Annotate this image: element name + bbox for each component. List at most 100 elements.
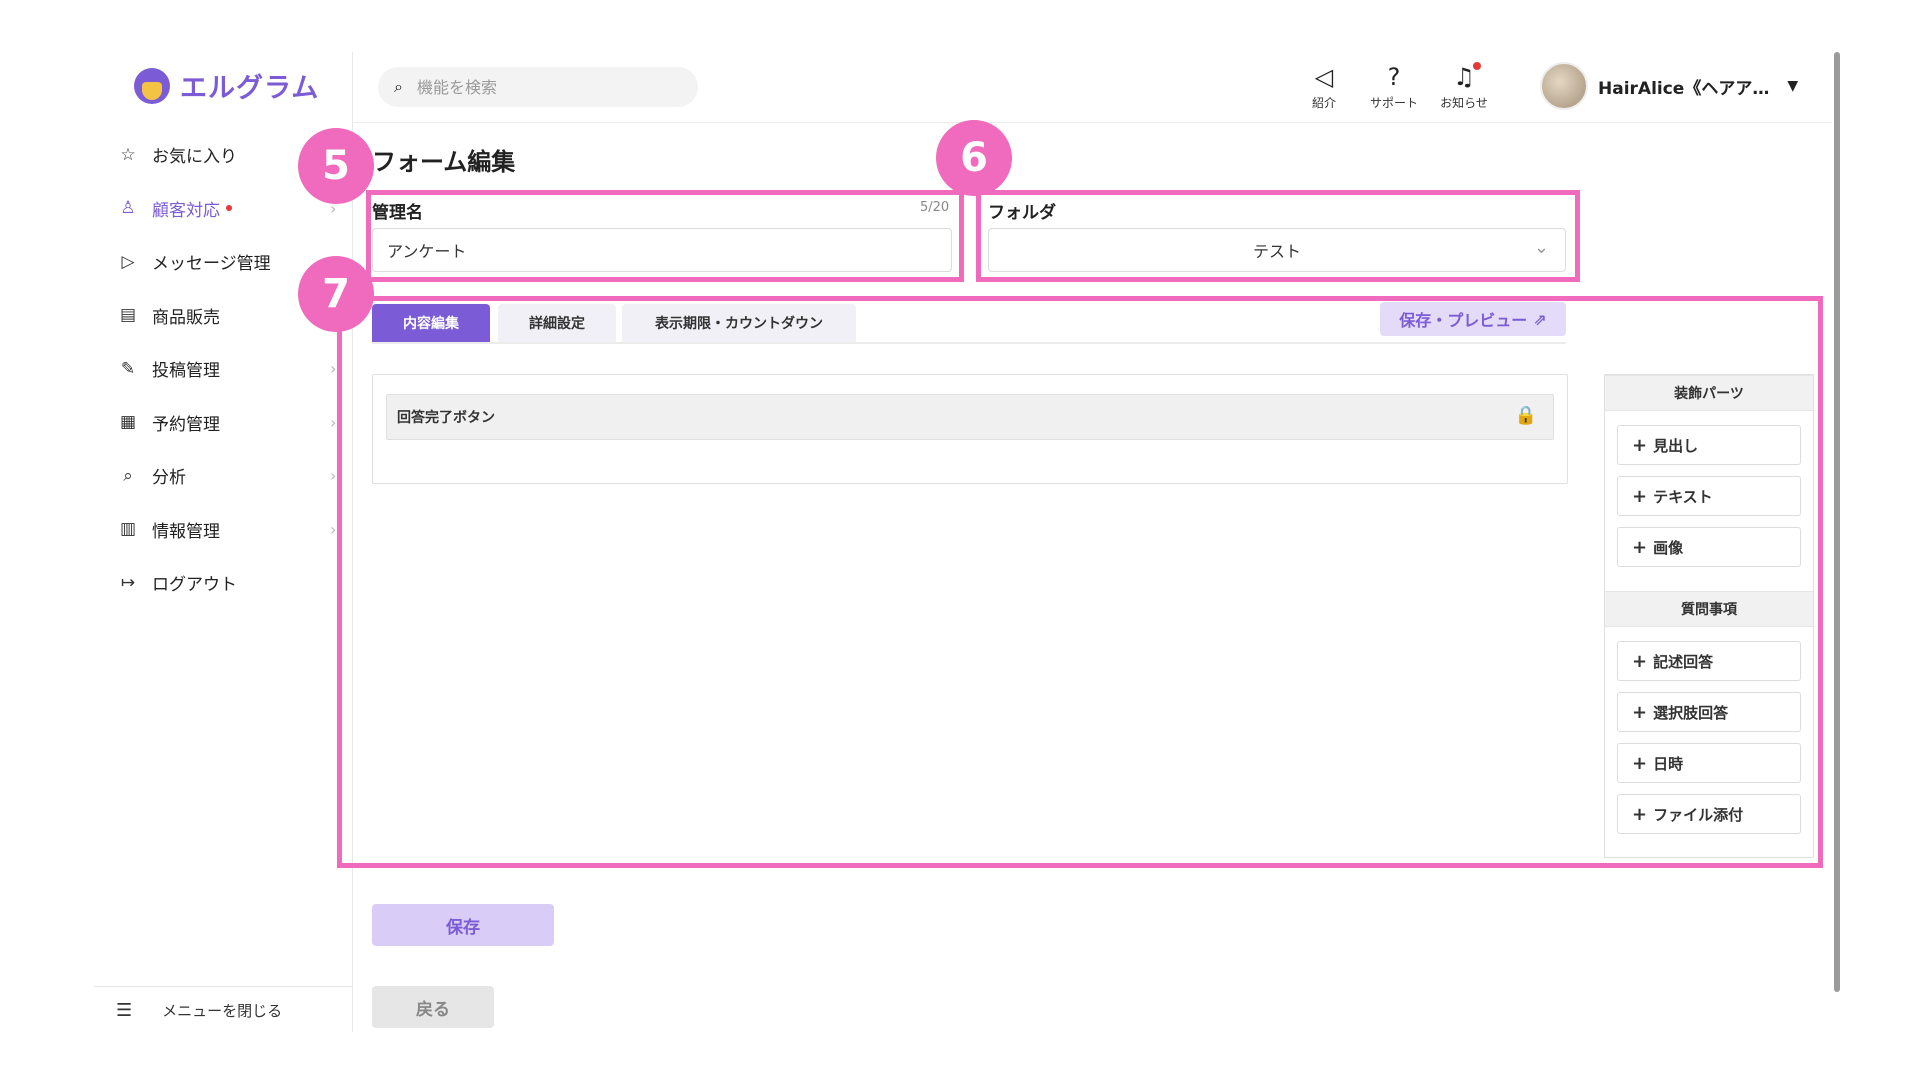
add-datetime-label: 日時 — [1653, 754, 1684, 773]
tab-content-edit[interactable]: 内容編集 — [372, 304, 490, 342]
user-name: HairAlice《ヘアア… — [1598, 78, 1770, 99]
send-icon: ▷ — [121, 251, 135, 272]
edit-icon: ✎ — [120, 358, 136, 379]
external-link-icon: ⇗ — [1533, 309, 1547, 329]
search-icon: ⌕ — [394, 77, 403, 96]
back-button[interactable]: 戻る — [372, 986, 494, 1028]
chevron-right-icon: › — [330, 359, 337, 379]
tab-display-period[interactable]: 表示期限・カウントダウン — [622, 304, 856, 342]
sidebar-item-label: 顧客対応 — [152, 200, 220, 221]
annotation-badge-5: 5 — [298, 128, 374, 204]
sidebar-item-reservations[interactable]: ▦ 予約管理 › — [110, 396, 350, 450]
search-input[interactable] — [414, 76, 655, 98]
submit-button-block[interactable]: 回答完了ボタン 🔒 — [386, 394, 1554, 440]
plus-icon: + — [1632, 701, 1648, 723]
folder-select[interactable]: テスト ⌄ — [988, 228, 1566, 272]
save-button[interactable]: 保存 — [372, 904, 554, 946]
sidebar-item-logout[interactable]: ↦ ログアウト — [110, 556, 350, 610]
tab-detail-settings[interactable]: 詳細設定 — [498, 304, 616, 342]
support-caption: サポート — [1369, 96, 1418, 110]
add-datetime-button[interactable]: + 日時 — [1617, 743, 1801, 783]
bar-chart-icon: ▥ — [119, 519, 137, 540]
add-free-text-answer-label: 記述回答 — [1653, 652, 1714, 671]
sidebar-item-label: 情報管理 — [152, 521, 220, 542]
star-icon: ☆ — [120, 144, 136, 165]
add-file-attachment-label: ファイル添付 — [1653, 805, 1744, 824]
search-bar: ⌕ — [378, 67, 698, 107]
sidebar-item-label: 商品販売 — [152, 307, 220, 328]
chevron-right-icon: › — [330, 519, 337, 539]
notifications-button[interactable]: ♫ お知らせ — [1434, 62, 1494, 111]
save-preview-label: 保存・プレビュー — [1399, 311, 1528, 330]
name-char-counter: 5/20 — [920, 200, 950, 215]
sidebar-item-label: メッセージ管理 — [152, 254, 271, 275]
submit-button-block-label: 回答完了ボタン — [397, 410, 495, 426]
question-parts-heading: 質問事項 — [1605, 591, 1813, 627]
referral-caption: 紹介 — [1311, 96, 1336, 110]
add-image-button[interactable]: + 画像 — [1617, 527, 1801, 567]
add-image-label: 画像 — [1653, 538, 1684, 557]
add-choice-answer-button[interactable]: + 選択肢回答 — [1617, 692, 1801, 732]
megaphone-icon: ◁ — [1314, 63, 1334, 91]
add-free-text-answer-button[interactable]: + 記述回答 — [1617, 641, 1801, 681]
sidebar-divider — [94, 986, 352, 987]
folder-select-value: テスト — [1252, 242, 1301, 261]
avatar — [1540, 62, 1588, 110]
plus-icon: + — [1632, 803, 1648, 825]
header-border — [352, 122, 1832, 123]
sidebar-item-label: 投稿管理 — [152, 361, 220, 382]
user-menu[interactable]: HairAlice《ヘアア… ▼ — [1540, 62, 1798, 110]
parts-panel: 装飾パーツ + 見出し + テキスト + 画像 質問事項 + 記述回答 + 選択… — [1604, 374, 1814, 858]
plus-icon: + — [1632, 650, 1648, 672]
decoration-parts-heading: 装飾パーツ — [1605, 375, 1813, 411]
lock-icon: 🔒 — [1514, 405, 1537, 426]
close-menu-label: メニューを閉じる — [162, 1002, 283, 1020]
add-choice-answer-label: 選択肢回答 — [1653, 703, 1729, 722]
sidebar-item-label: ログアウト — [152, 575, 237, 596]
add-text-button[interactable]: + テキスト — [1617, 476, 1801, 516]
sidebar-item-label: 予約管理 — [152, 414, 220, 435]
close-menu-button[interactable]: ☰ メニューを閉じる — [116, 1000, 282, 1021]
save-preview-button[interactable]: 保存・プレビュー ⇗ — [1380, 302, 1566, 336]
sidebar-item-posts[interactable]: ✎ 投稿管理 › — [110, 342, 350, 396]
store-icon: ▤ — [119, 305, 137, 326]
sidebar-item-label: お気に入り — [152, 147, 237, 168]
logout-icon: ↦ — [120, 572, 136, 593]
plus-icon: + — [1632, 752, 1648, 774]
annotation-badge-6: 6 — [936, 120, 1012, 196]
menu-collapse-icon: ☰ — [116, 1000, 133, 1021]
tabs-underline — [372, 342, 1566, 344]
chevron-right-icon: › — [330, 412, 337, 432]
page-title: フォーム編集 — [372, 148, 516, 176]
analysis-icon: ⌕ — [123, 465, 133, 486]
help-icon: ? — [1387, 63, 1401, 91]
app-logo[interactable]: エルグラム — [134, 66, 319, 105]
add-text-label: テキスト — [1653, 487, 1713, 506]
chevron-right-icon: › — [330, 466, 337, 486]
notifications-caption: お知らせ — [1440, 96, 1488, 110]
support-button[interactable]: ? サポート — [1364, 62, 1424, 111]
person-icon: ♙ — [120, 198, 136, 219]
sidebar-menu: ☆ お気に入り ♙ 顧客対応 › ▷ メッセージ管理 ▤ 商品販売 ✎ 投稿管理… — [110, 128, 350, 610]
add-heading-label: 見出し — [1653, 436, 1699, 455]
scrollbar[interactable] — [1834, 52, 1840, 992]
sidebar-item-label: 分析 — [152, 468, 186, 489]
plus-icon: + — [1632, 485, 1648, 507]
plus-icon: + — [1632, 536, 1648, 558]
caret-down-icon: ▼ — [1787, 78, 1799, 94]
add-heading-button[interactable]: + 見出し — [1617, 425, 1801, 465]
add-file-attachment-button[interactable]: + ファイル添付 — [1617, 794, 1801, 834]
folder-field-label: フォルダ — [988, 203, 1056, 223]
logo-icon — [134, 67, 170, 104]
name-field-label: 管理名 — [372, 203, 423, 223]
sidebar-item-analytics[interactable]: ⌕ 分析 › — [110, 449, 350, 503]
logo-text: エルグラム — [180, 73, 320, 104]
sidebar-item-info[interactable]: ▥ 情報管理 › — [110, 503, 350, 557]
chevron-down-icon: ⌄ — [1533, 237, 1549, 258]
plus-icon: + — [1632, 434, 1648, 456]
notification-dot — [1472, 62, 1481, 70]
notification-dot — [226, 205, 232, 212]
bell-icon: ♫ — [1453, 62, 1481, 92]
referral-button[interactable]: ◁ 紹介 — [1294, 62, 1354, 111]
name-input[interactable]: アンケート — [372, 228, 952, 272]
